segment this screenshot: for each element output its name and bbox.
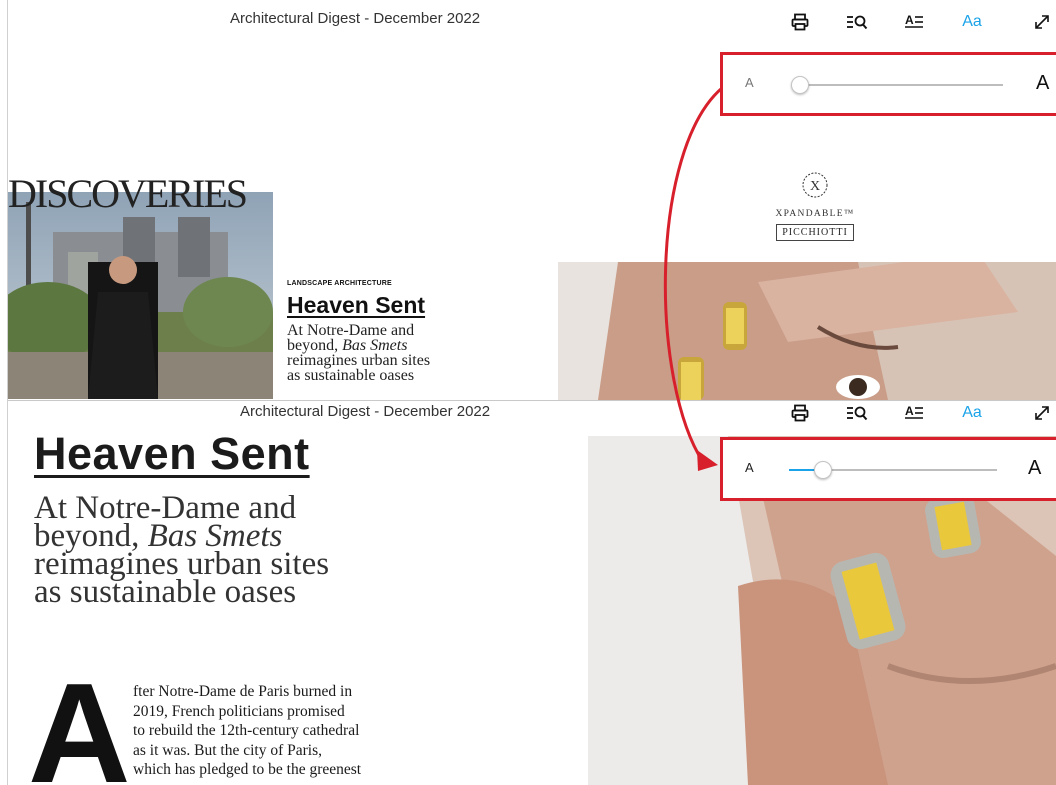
fullscreen-button[interactable] xyxy=(1028,401,1056,425)
article-headline-small[interactable]: Heaven Sent xyxy=(287,292,425,319)
font-size-button[interactable]: Aa xyxy=(958,401,986,425)
print-icon xyxy=(791,13,809,31)
expand-icon xyxy=(1035,15,1049,29)
smaller-font-label: A xyxy=(745,75,754,90)
body-line: which has pledged to be the greenest xyxy=(133,761,362,778)
article-deck-small: At Notre-Dame and beyond, Bas Smets reim… xyxy=(287,322,487,384)
jewelry-ad-photo xyxy=(558,262,1056,400)
body-line: as it was. But the city of Paris, xyxy=(133,741,322,759)
svg-text:X: X xyxy=(810,179,820,194)
document-title: Architectural Digest - December 2022 xyxy=(240,403,491,420)
text-search-icon xyxy=(847,15,868,30)
font-size-slider-thumb[interactable] xyxy=(791,76,809,94)
font-size-popup: A A xyxy=(720,52,1056,116)
text-view-button[interactable]: A xyxy=(901,10,929,34)
body-line: fter Notre-Dame de Paris burned in xyxy=(133,683,353,700)
article-headline[interactable]: Heaven Sent xyxy=(34,428,310,480)
section-heading: DISCOVERIES xyxy=(8,171,248,216)
text-search-icon xyxy=(847,406,868,421)
text-search-button[interactable] xyxy=(843,401,871,425)
text-view-icon: A xyxy=(905,404,923,419)
font-size-slider-thumb[interactable] xyxy=(814,461,832,479)
print-button[interactable] xyxy=(786,401,814,425)
print-button[interactable] xyxy=(786,10,814,34)
text-view-icon: A xyxy=(905,13,923,28)
svg-text:A: A xyxy=(905,13,914,27)
deck-line: as sustainable oases xyxy=(287,367,415,384)
svg-text:A: A xyxy=(905,404,914,418)
reader-view-after: Architectural Digest - December 2022 A A… xyxy=(0,400,1056,785)
body-line: to rebuild the 12th-century cathedral xyxy=(133,722,360,739)
document-title: Architectural Digest - December 2022 xyxy=(230,10,481,27)
body-line: 2019, French politicians promised xyxy=(133,702,345,720)
expand-icon xyxy=(1035,406,1049,420)
deck-line: beyond, Bas Smets xyxy=(287,338,487,354)
text-view-button[interactable]: A xyxy=(901,401,929,425)
notre-dame-photo xyxy=(8,192,273,399)
page-edge xyxy=(7,400,8,785)
view-divider xyxy=(8,400,1056,401)
font-size-popup: A A xyxy=(720,437,1056,501)
font-size-button[interactable]: Aa xyxy=(958,10,986,34)
brand-mark: X xyxy=(760,170,870,205)
larger-font-label: A xyxy=(1036,72,1050,94)
reader-view-before: Architectural Digest - December 2022 A A… xyxy=(0,0,1056,400)
article-kicker: LANDSCAPE ARCHITECTURE xyxy=(287,280,392,287)
font-size-slider-track[interactable] xyxy=(795,84,1003,86)
brand-box-label: PICCHIOTTI xyxy=(776,224,854,241)
smaller-font-label: A xyxy=(745,460,754,475)
article-body: fter Notre-Dame de Paris burned in 2019,… xyxy=(133,682,453,780)
article-deck: At Notre-Dame and beyond, Bas Smets reim… xyxy=(34,492,464,610)
larger-font-label: A xyxy=(1028,457,1042,479)
brand-name: XPANDABLE™ xyxy=(775,209,855,219)
fullscreen-button[interactable] xyxy=(1028,10,1056,34)
deck-line: At Notre-Dame and xyxy=(287,322,415,339)
text-search-button[interactable] xyxy=(843,10,871,34)
print-icon xyxy=(791,404,809,422)
drop-cap: A xyxy=(28,654,131,785)
deck-line: reimagines urban sites xyxy=(287,352,431,369)
advertiser-logo: X XPANDABLE™ PICCHIOTTI xyxy=(760,170,870,241)
deck-line: as sustainable oases xyxy=(34,574,297,610)
